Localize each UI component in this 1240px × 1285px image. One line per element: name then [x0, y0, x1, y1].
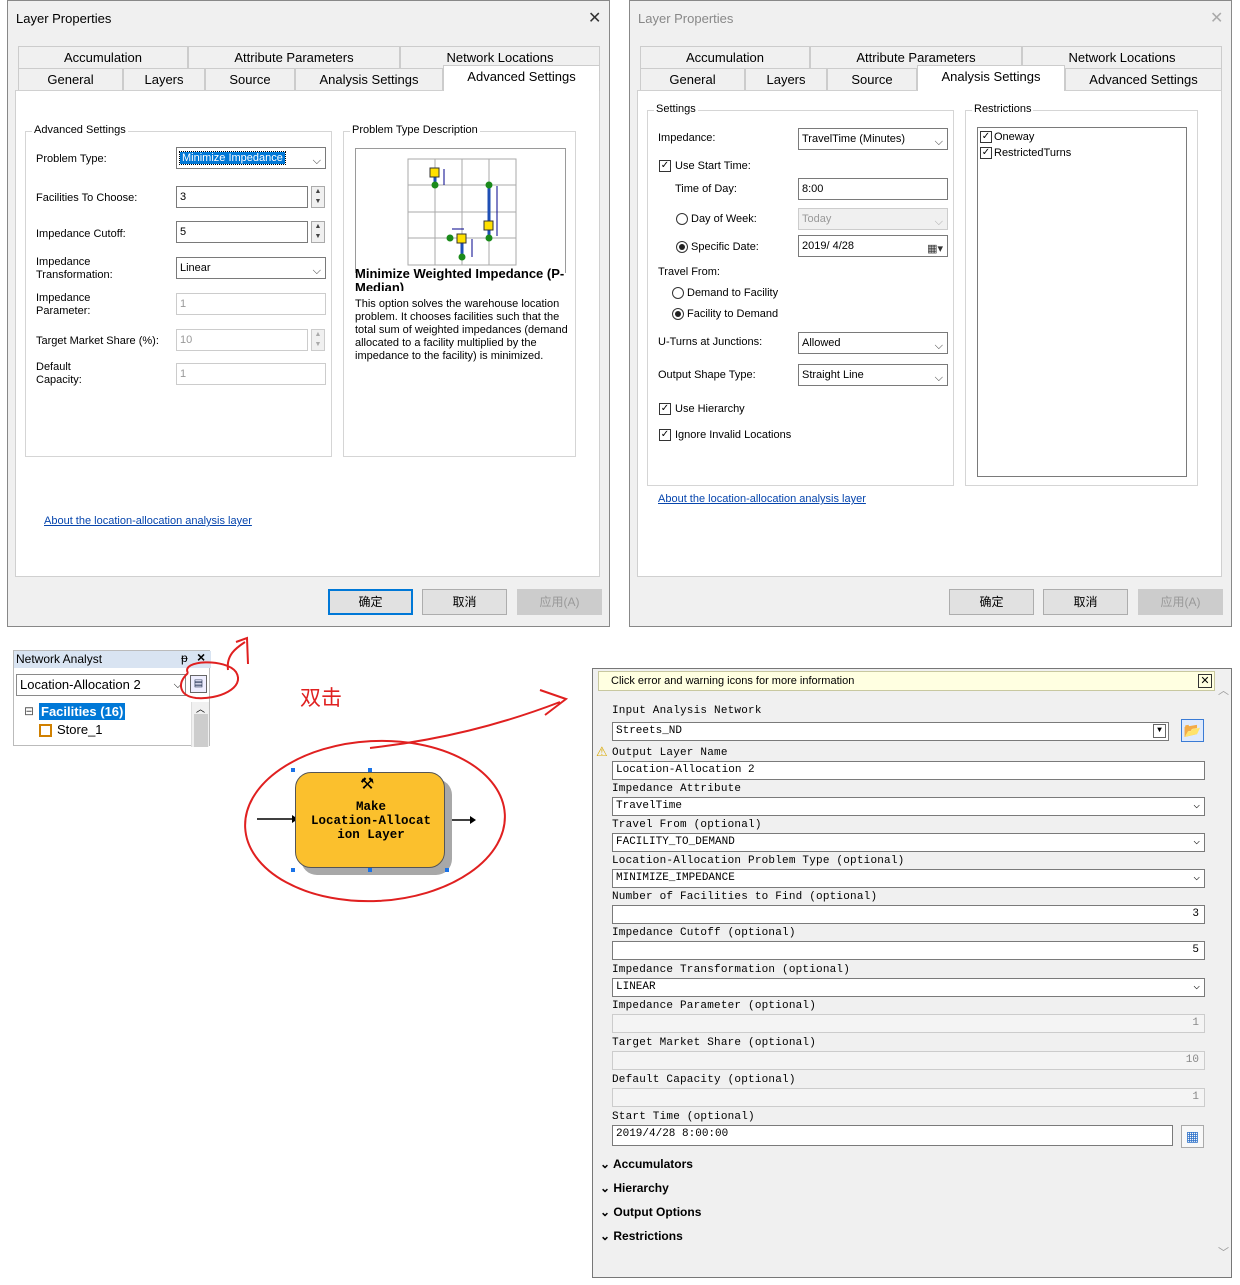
market-share-label: Target Market Share (optional) [612, 1037, 817, 1049]
parameter-input[interactable]: 1 [612, 1014, 1205, 1033]
num-facilities-label: Number of Facilities to Find (optional) [612, 891, 878, 903]
section-label: Output Options [613, 1205, 702, 1219]
problem-type-select[interactable]: MINIMIZE_IMPEDANCE ⌵ [612, 869, 1205, 888]
problem-type-value: MINIMIZE_IMPEDANCE [616, 872, 735, 884]
node-label-line: Make [355, 800, 386, 814]
chevron-down-icon: ⌵ [1193, 981, 1200, 993]
cutoff-input[interactable]: 5 [612, 941, 1205, 960]
chevron-down-icon: ⌵ [1193, 836, 1200, 848]
chevron-down-icon: ⌄ [600, 1157, 613, 1171]
out-arrowhead [470, 816, 476, 824]
node-label-line: Location-Allocat [310, 814, 432, 828]
section-accumulators[interactable]: ⌄ Accumulators [600, 1157, 693, 1171]
capacity-input[interactable]: 1 [612, 1088, 1205, 1107]
problem-type-label: Location-Allocation Problem Type (option… [612, 855, 905, 867]
market-share-input[interactable]: 10 [612, 1051, 1205, 1070]
input-network-value: Streets_ND [616, 725, 683, 737]
section-restrictions[interactable]: ⌄ Restrictions [600, 1229, 683, 1243]
node-label: Make Location-Allocat ion Layer [296, 800, 446, 842]
scroll-down-icon[interactable]: ﹀ [1218, 1244, 1229, 1260]
input-network-label: Input Analysis Network [612, 705, 762, 717]
message-banner: Click error and warning icons for more i… [598, 671, 1215, 691]
selection-handle[interactable] [368, 768, 372, 772]
section-hierarchy[interactable]: ⌄ Hierarchy [600, 1181, 669, 1195]
transformation-label: Impedance Transformation (optional) [612, 964, 851, 976]
impedance-attr-label: Impedance Attribute [612, 783, 742, 795]
travel-from-select[interactable]: FACILITY_TO_DEMAND ⌵ [612, 833, 1205, 852]
make-location-allocation-node[interactable]: ⚒ Make Location-Allocat ion Layer [295, 772, 445, 868]
selection-handle[interactable] [291, 868, 295, 872]
transformation-value: LINEAR [616, 981, 656, 993]
section-output-options[interactable]: ⌄ Output Options [600, 1205, 701, 1219]
section-label: Restrictions [613, 1229, 683, 1243]
red-circle-icon-annotation [180, 661, 239, 700]
red-arrow-up [226, 636, 249, 671]
calendar-icon[interactable]: ▦ [1181, 1125, 1204, 1148]
cutoff-value: 5 [1192, 944, 1199, 956]
num-facilities-input[interactable]: 3 [612, 905, 1205, 924]
output-layer-label: Output Layer Name [612, 747, 728, 759]
transformation-select[interactable]: LINEAR ⌵ [612, 978, 1205, 997]
section-label: Accumulators [612, 1157, 693, 1171]
chevron-down-icon: ⌄ [600, 1181, 614, 1195]
chevron-down-icon: ⌵ [1193, 800, 1200, 812]
banner-text: Click error and warning icons for more i… [611, 675, 855, 687]
tab-advanced-settings[interactable]: Advanced Settings [443, 65, 600, 91]
selection-handle[interactable] [368, 868, 372, 872]
impedance-attr-value: TravelTime [616, 800, 683, 812]
parameter-label: Impedance Parameter (optional) [612, 1000, 817, 1012]
input-network-select[interactable]: Streets_ND ▼ [612, 722, 1169, 741]
gp-scrollbar[interactable]: ︿ ﹀ [1215, 682, 1232, 1262]
num-facilities-value: 3 [1192, 908, 1199, 920]
selection-handle[interactable] [291, 768, 295, 772]
capacity-value: 1 [1192, 1091, 1199, 1103]
node-label-line: ion Layer [337, 828, 405, 842]
red-arrow-right [369, 689, 569, 749]
travel-from-value: FACILITY_TO_DEMAND [616, 836, 735, 848]
browse-folder-icon[interactable]: 📂 [1181, 719, 1204, 742]
capacity-label: Default Capacity (optional) [612, 1074, 796, 1086]
selection-handle[interactable] [445, 868, 449, 872]
double-click-annotation: 双击 [300, 686, 342, 710]
start-time-label: Start Time (optional) [612, 1111, 755, 1123]
tab-analysis-settings[interactable]: Analysis Settings [917, 65, 1065, 91]
chevron-down-icon: ⌄ [600, 1229, 614, 1243]
close-icon[interactable]: ✕ [1198, 674, 1212, 688]
parameter-value: 1 [1192, 1017, 1199, 1029]
warning-icon[interactable]: ⚠ [596, 744, 608, 760]
chevron-down-icon: ⌵ [1193, 872, 1200, 884]
output-layer-input[interactable]: Location-Allocation 2 [612, 761, 1205, 780]
chevron-down-icon: ⌄ [600, 1205, 614, 1219]
hammer-icon: ⚒ [360, 776, 375, 793]
cutoff-label: Impedance Cutoff (optional) [612, 927, 796, 939]
section-label: Hierarchy [613, 1181, 669, 1195]
start-time-input[interactable]: 2019/4/28 8:00:00 [612, 1125, 1173, 1146]
market-share-value: 10 [1185, 1054, 1199, 1066]
chevron-down-icon: ▼ [1153, 724, 1166, 738]
impedance-attr-select[interactable]: TravelTime ⌵ [612, 797, 1205, 816]
scroll-up-icon[interactable]: ︿ [1218, 682, 1229, 698]
travel-from-label: Travel From (optional) [612, 819, 762, 831]
